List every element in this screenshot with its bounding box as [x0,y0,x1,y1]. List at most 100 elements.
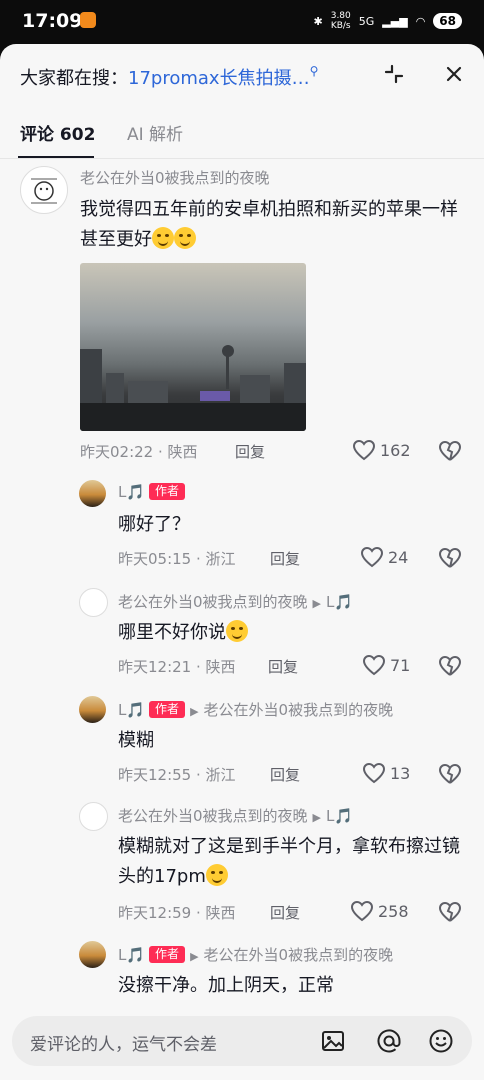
bluetooth-icon: ✱ [313,14,323,28]
reply-button[interactable]: 回复 [270,548,300,569]
reply-arrow-icon: ▶ [312,597,322,610]
dislike-button[interactable] [438,901,462,927]
reply-arrow-icon: ▶ [190,705,199,718]
broken-heart-icon [438,655,462,676]
like-count: 24 [388,547,409,567]
like-count: 258 [378,901,409,921]
status-time: 17:09 [22,10,83,32]
heart-icon [350,900,374,922]
wifi-icon: ◠ [415,14,426,28]
tab-ai-analysis[interactable]: AI 解析 [127,120,183,145]
like-button[interactable]: 258 [350,900,409,922]
broken-heart-icon [438,440,462,461]
reply-to-username[interactable]: L🎵 [326,593,353,611]
search-suggestion-query[interactable]: 17promax长焦拍摄… [128,68,310,89]
like-count: 13 [390,763,411,783]
signal-icon: ▂▄▆ [382,14,408,28]
network-type: 5G [358,14,375,28]
avatar[interactable] [79,802,108,831]
collapse-button[interactable] [380,60,408,88]
like-button[interactable]: 13 [362,762,410,784]
reply-text: 哪里不好你说 [118,618,248,648]
status-right: ✱ 3.80 KB/s 5G ▂▄▆ ◠ 68 [313,11,462,31]
reply-text: 模糊就对了这是到手半个月，拿软布擦过镜头的17pm [118,832,466,892]
tab-bar: 评论 602 AI 解析 [0,114,484,159]
reply-button[interactable]: 回复 [235,441,265,462]
reply-header: 老公在外当0被我点到的夜晚 ▶ L🎵 [118,805,353,826]
like-count: 71 [390,655,411,675]
mention-button[interactable] [376,1028,402,1054]
reply-to-username[interactable]: 老公在外当0被我点到的夜晚 [204,946,394,964]
author-badge: 作者 [149,701,186,718]
reply-username[interactable]: 老公在外当0被我点到的夜晚 [118,807,308,825]
reply-username[interactable]: L🎵 [118,483,145,501]
collapse-icon [384,64,404,84]
reply-arrow-icon: ▶ [312,811,322,824]
dislike-button[interactable] [438,440,462,466]
dislike-button[interactable] [438,763,462,789]
avatar-doodle-icon [31,178,57,204]
reply-header: L🎵 作者 ▶ 老公在外当0被我点到的夜晚 [118,944,393,965]
city-photo-scene [80,345,306,431]
reply-to-username[interactable]: 老公在外当0被我点到的夜晚 [204,701,394,719]
heart-icon [352,439,376,461]
at-icon [377,1029,401,1053]
like-button[interactable]: 71 [362,654,410,676]
reply-text: 模糊 [118,730,154,751]
reply-time-location: 昨天12:55 · 浙江 [118,766,236,784]
broken-heart-icon [438,547,462,568]
reply-text-content: 模糊就对了这是到手半个月，拿软布擦过镜头的17pm [118,836,460,887]
tab-comments[interactable]: 评论 602 [20,120,95,145]
like-button[interactable]: 162 [352,439,411,461]
heart-icon [362,762,386,784]
comment-text: 我觉得四五年前的安卓机拍照和新买的苹果一样甚至更好 [80,195,468,255]
reply-header: L🎵 作者 ▶ 老公在外当0被我点到的夜晚 [118,699,393,720]
author-badge: 作者 [149,483,186,500]
comment-input-placeholder: 爱评论的人，运气不会差 [30,1035,217,1055]
comment-time-location: 昨天02:22 · 陕西 [80,443,198,461]
reply-username[interactable]: 老公在外当0被我点到的夜晚 [118,593,308,611]
avatar[interactable] [79,696,106,723]
comment-input[interactable]: 爱评论的人，运气不会差 [12,1016,472,1066]
dislike-button[interactable] [438,655,462,681]
reply-arrow-icon: ▶ [190,950,199,963]
heart-icon [360,546,384,568]
app-notification-icon [80,12,96,28]
reply-username[interactable]: L🎵 [118,946,145,964]
search-suggestion[interactable]: 大家都在搜：17promax长焦拍摄…⚲ [20,64,318,90]
search-suggestion-prefix: 大家都在搜： [20,68,128,89]
emoji-icon [429,1029,453,1053]
reply-button[interactable]: 回复 [270,902,300,923]
reply-to-username[interactable]: L🎵 [326,807,353,825]
dislike-button[interactable] [438,547,462,573]
heart-icon [362,654,386,676]
like-button[interactable]: 24 [360,546,408,568]
reply-button[interactable]: 回复 [270,764,300,785]
avatar[interactable] [20,166,68,214]
reply-button[interactable]: 回复 [268,656,298,677]
network-speed-unit: KB/s [330,21,351,31]
avatar[interactable] [79,941,106,968]
close-icon [446,66,462,82]
comment-photo[interactable] [80,263,306,431]
reply-text: 哪好了？ [118,514,190,535]
reply-time-location: 昨天05:15 · 浙江 [118,550,236,568]
reply-time-location: 昨天12:21 · 陕西 [118,658,236,676]
active-tab-indicator [18,156,94,158]
author-badge: 作者 [149,946,186,963]
network-speed: 3.80 KB/s [331,11,351,31]
avatar[interactable] [79,480,106,507]
laugh-cry-emoji-icon [174,227,196,249]
reply-username[interactable]: L🎵 [118,701,145,719]
comment-sheet: 大家都在搜：17promax长焦拍摄…⚲ 评论 602 AI 解析 老公在外当0… [0,44,484,1080]
comment-username[interactable]: 老公在外当0被我点到的夜晚 [80,167,270,188]
image-button[interactable] [320,1028,346,1054]
reply-time-location: 昨天12:59 · 陕西 [118,904,236,922]
close-button[interactable] [440,60,468,88]
comment-input-bar: 爱评论的人，运气不会差 [0,1008,484,1080]
emoji-button[interactable] [428,1028,454,1054]
laugh-cry-emoji-icon [205,864,228,886]
avatar[interactable] [79,588,108,617]
battery-indicator: 68 [433,13,462,29]
image-icon [322,1031,344,1051]
